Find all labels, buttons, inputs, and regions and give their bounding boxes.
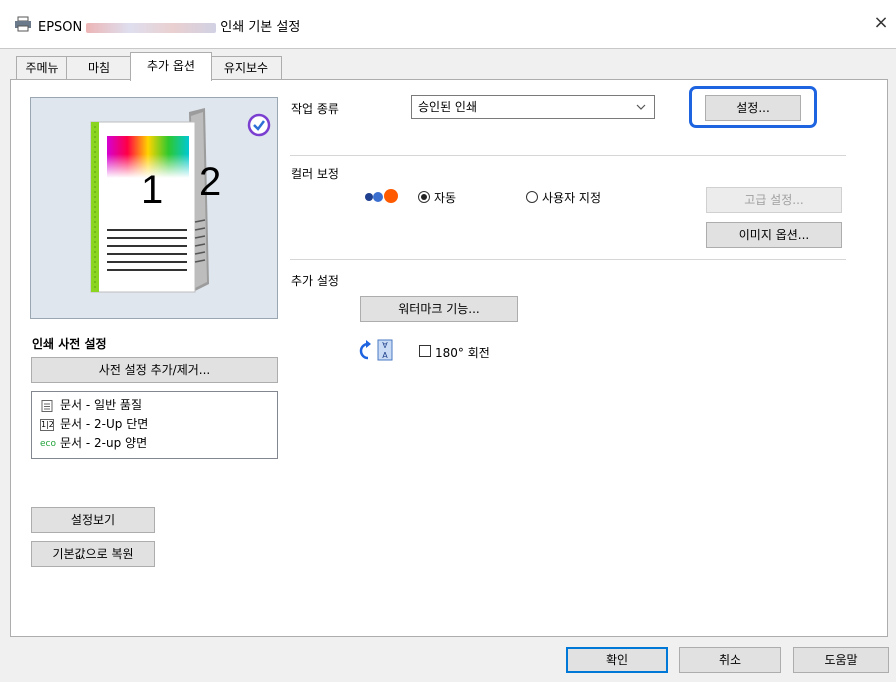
extra-settings-label: 추가 설정 [291,274,339,288]
auto-radio[interactable] [418,191,430,203]
add-remove-preset-button[interactable]: 사전 설정 추가/제거... [31,357,278,383]
window-title: EPSON 인쇄 기본 설정 [38,16,300,35]
watermark-button[interactable]: 워터마크 기능... [360,296,518,322]
color-dots-icon [365,189,398,203]
list-item[interactable]: 문서 - 일반 품질 [40,396,142,414]
custom-label: 사용자 지정 [542,191,602,205]
preset-label: 문서 - 2-up 양면 [60,436,148,450]
tab-maintenance[interactable]: 유지보수 [210,56,282,79]
page1-number: 1 [141,168,164,212]
svg-text:A: A [382,351,388,360]
separator [290,259,846,260]
auto-label: 자동 [434,191,457,205]
tab-finishing[interactable]: 마침 [66,56,132,79]
list-item[interactable]: 1|2 문서 - 2-Up 단면 [40,415,148,433]
restore-defaults-button[interactable]: 기본값으로 복원 [31,541,155,567]
list-item[interactable]: eco 문서 - 2-up 양면 [40,434,147,452]
help-button[interactable]: 도움말 [793,647,889,673]
cancel-button[interactable]: 취소 [679,647,781,673]
custom-radio[interactable] [526,191,538,203]
rotate-180-checkbox[interactable] [419,345,431,357]
color-correction-label: 컬러 보정 [291,167,339,181]
svg-text:∀: ∀ [382,341,388,350]
presets-heading: 인쇄 사전 설정 [32,337,107,351]
title-text: 인쇄 기본 설정 [220,20,301,35]
job-type-label: 작업 종류 [291,102,339,116]
two-up-icon: 1|2 [40,418,54,431]
ok-button[interactable]: 확인 [566,647,668,673]
redacted-model [86,22,217,33]
close-button[interactable]: × [870,12,892,34]
eco-icon: eco [40,438,56,449]
preset-label: 문서 - 2-Up 단면 [60,417,149,431]
chevron-down-icon [636,104,646,110]
preset-list: 문서 - 일반 품질 1|2 문서 - 2-Up 단면 eco 문서 - 2-up … [31,391,278,459]
rotate-180-label: 180° 회전 [435,346,490,360]
advanced-settings-button[interactable]: 고급 설정... [706,187,842,213]
show-settings-button[interactable]: 설정보기 [31,507,155,533]
preset-label: 문서 - 일반 품질 [60,398,143,412]
print-preview: 1 2 [30,97,278,319]
title-bar: EPSON 인쇄 기본 설정 × [0,0,896,49]
image-options-button[interactable]: 이미지 옵션... [706,222,842,248]
tab-more-options[interactable]: 추가 옵션 [130,52,212,81]
job-type-select[interactable]: 승인된 인쇄 [411,95,655,119]
job-type-value: 승인된 인쇄 [418,100,478,114]
title-brand: EPSON [38,20,83,35]
callout-highlight [689,86,817,128]
page2-number: 2 [199,160,222,204]
tab-main[interactable]: 주메뉴 [16,56,68,79]
document-icon [40,399,54,412]
separator [290,155,846,156]
rotate-icon: ∀ A [359,339,393,361]
printer-icon [15,16,31,32]
